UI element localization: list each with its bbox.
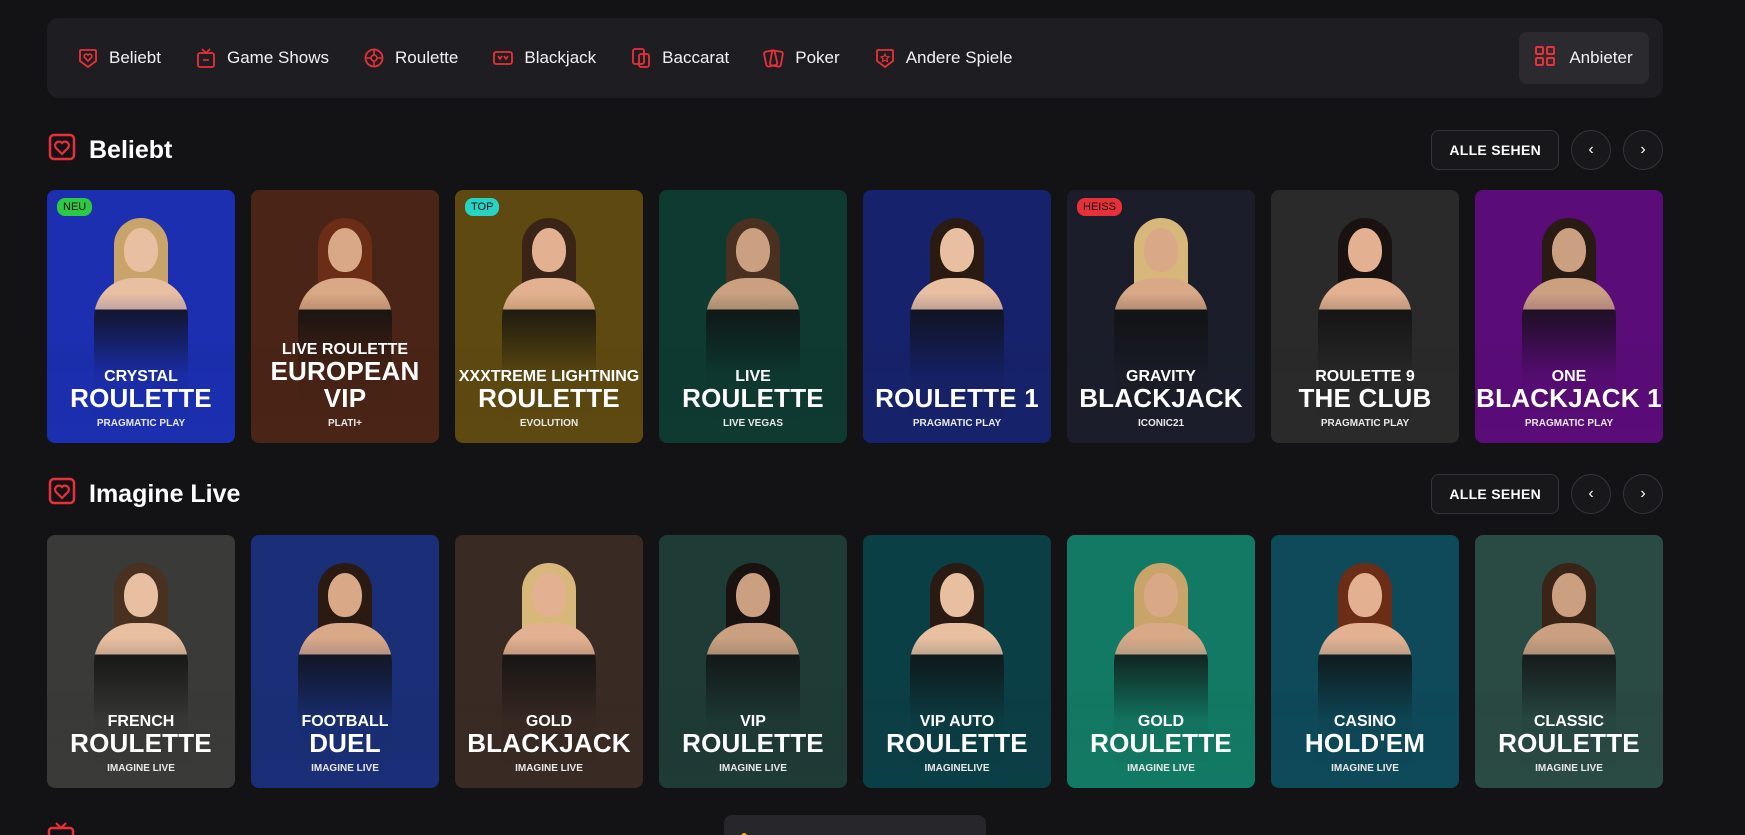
card-provider: IMAGINE LIVE bbox=[719, 763, 787, 774]
nav-item-label: Beliebt bbox=[109, 48, 161, 67]
game-card[interactable]: HEISS GRAVITY BLACKJACK ICONIC21 bbox=[1067, 190, 1255, 443]
card-provider: IMAGINE LIVE bbox=[1535, 763, 1603, 774]
next-arrow-button[interactable]: › bbox=[1623, 130, 1663, 170]
roulette-icon bbox=[363, 47, 385, 69]
bell-icon: ● bbox=[740, 827, 749, 835]
card-title: ROULETTE bbox=[682, 383, 824, 413]
card-provider: IMAGINELIVE bbox=[924, 763, 990, 774]
tv-icon bbox=[47, 822, 75, 835]
card-title: ROULETTE bbox=[1090, 728, 1232, 758]
card-title: BLACKJACK 1 bbox=[1476, 383, 1662, 413]
nav-item-label: Andere Spiele bbox=[905, 48, 1013, 67]
card-provider: IMAGINE LIVE bbox=[1331, 763, 1399, 774]
see-all-button[interactable]: ALLE SEHEN bbox=[1431, 474, 1559, 514]
game-card[interactable]: GOLD BLACKJACK IMAGINE LIVE bbox=[455, 535, 643, 788]
game-card[interactable]: LIVE ROULETTE LIVE VEGAS bbox=[659, 190, 847, 443]
notification-toast[interactable]: ● bbox=[724, 815, 986, 835]
card-provider: LIVE VEGAS bbox=[722, 418, 783, 429]
chevron-right-icon: › bbox=[1640, 485, 1646, 502]
card-title: ROULETTE bbox=[70, 728, 212, 758]
card-provider: ICONIC21 bbox=[1137, 418, 1185, 429]
chevron-right-icon: › bbox=[1640, 141, 1646, 158]
nav-item-roulette[interactable]: Roulette bbox=[363, 47, 458, 69]
section-title: Beliebt bbox=[89, 135, 173, 164]
card-provider: IMAGINE LIVE bbox=[515, 763, 583, 774]
next-arrow-button[interactable]: › bbox=[1623, 474, 1663, 514]
card-provider: PRAGMATIC PLAY bbox=[1524, 418, 1614, 429]
provider-button[interactable]: Anbieter bbox=[1519, 32, 1649, 84]
card-provider: IMAGINE LIVE bbox=[1127, 763, 1195, 774]
game-row-imagine-live: FRENCH ROULETTE IMAGINE LIVE FOOTBALL DUEL IM… bbox=[47, 535, 1665, 788]
heart-icon bbox=[47, 132, 77, 169]
game-card[interactable]: ONE BLACKJACK 1 PRAGMATIC PLAY bbox=[1475, 190, 1663, 443]
nav-item-beliebt[interactable]: Beliebt bbox=[77, 47, 161, 69]
nav-item-andere-spiele[interactable]: Andere Spiele bbox=[874, 47, 1013, 69]
game-card[interactable]: ROULETTE 9 THE CLUB PRAGMATIC PLAY bbox=[1271, 190, 1459, 443]
card-title: ROULETTE bbox=[1498, 728, 1640, 758]
game-card[interactable]: FOOTBALL DUEL IMAGINE LIVE bbox=[251, 535, 439, 788]
card-title: DUEL bbox=[309, 728, 381, 758]
prev-arrow-button[interactable]: ‹ bbox=[1571, 474, 1611, 514]
game-card[interactable]: TOP XXXTREME LIGHTNING ROULETTE EVOLUTION bbox=[455, 190, 643, 443]
card-provider: IMAGINE LIVE bbox=[311, 763, 379, 774]
game-row-popular: NEU CRYSTAL ROULETTE PRAGMATIC PLAY LIVE ROU… bbox=[47, 190, 1665, 443]
tv-icon bbox=[195, 47, 217, 69]
card-title: ROULETTE bbox=[886, 728, 1028, 758]
nav-item-label: Poker bbox=[795, 48, 840, 67]
nav-item-label: Baccarat bbox=[662, 48, 730, 67]
heart-icon bbox=[77, 47, 99, 69]
poker-icon bbox=[763, 47, 785, 69]
nav-item-baccarat[interactable]: Baccarat bbox=[630, 47, 729, 69]
card-badge: HEISS bbox=[1077, 198, 1123, 216]
heart-icon bbox=[47, 476, 77, 513]
game-card[interactable]: LIVE ROULETTE EUROPEAN VIP PLATI+ bbox=[251, 190, 439, 443]
grid-icon bbox=[1535, 45, 1556, 71]
card-provider: PLATI+ bbox=[328, 418, 362, 429]
card-title: THE CLUB bbox=[1298, 383, 1432, 413]
game-card[interactable]: GOLD ROULETTE IMAGINE LIVE bbox=[1067, 535, 1255, 788]
section-header-popular: Beliebt ALLE SEHEN ‹ › bbox=[47, 129, 1663, 171]
card-title: ROULETTE 1 bbox=[875, 383, 1039, 413]
category-nav: Beliebt Game Shows Roulette Blackjack Baccar… bbox=[47, 18, 1663, 98]
card-title: BLACKJACK bbox=[467, 728, 631, 758]
card-provider: IMAGINE LIVE bbox=[107, 763, 175, 774]
nav-item-label: Roulette bbox=[395, 48, 459, 67]
blackjack-icon bbox=[492, 47, 514, 69]
nav-item-blackjack[interactable]: Blackjack bbox=[492, 47, 596, 69]
game-card[interactable]: VIP AUTO ROULETTE IMAGINELIVE bbox=[863, 535, 1051, 788]
chevron-left-icon: ‹ bbox=[1588, 141, 1594, 158]
card-title: ROULETTE bbox=[682, 728, 824, 758]
game-card[interactable]: CLASSIC ROULETTE IMAGINE LIVE bbox=[1475, 535, 1663, 788]
card-title: ROULETTE bbox=[70, 383, 212, 413]
card-title: BLACKJACK bbox=[1079, 383, 1243, 413]
card-title: ROULETTE bbox=[478, 383, 620, 413]
card-title: EUROPEAN VIP bbox=[270, 356, 420, 413]
card-provider: PRAGMATIC PLAY bbox=[1320, 418, 1410, 429]
prev-arrow-button[interactable]: ‹ bbox=[1571, 130, 1611, 170]
see-all-button[interactable]: ALLE SEHEN bbox=[1431, 130, 1559, 170]
card-title: HOLD'EM bbox=[1304, 728, 1426, 758]
provider-label: Anbieter bbox=[1569, 48, 1633, 67]
section-header-imagine-live: Imagine Live ALLE SEHEN ‹ › bbox=[47, 473, 1663, 515]
card-provider: PRAGMATIC PLAY bbox=[912, 418, 1002, 429]
game-card[interactable]: VIP ROULETTE IMAGINE LIVE bbox=[659, 535, 847, 788]
card-provider: PRAGMATIC PLAY bbox=[96, 418, 186, 429]
nav-item-label: Game Shows bbox=[226, 48, 330, 67]
card-badge: NEU bbox=[57, 198, 93, 216]
section-title: Imagine Live bbox=[89, 479, 241, 508]
star-icon bbox=[874, 47, 896, 69]
nav-item-label: Blackjack bbox=[524, 48, 597, 67]
nav-item-poker[interactable]: Poker bbox=[763, 47, 840, 69]
nav-item-game-shows[interactable]: Game Shows bbox=[195, 47, 329, 69]
card-badge: TOP bbox=[465, 198, 500, 216]
game-card[interactable]: NEU CRYSTAL ROULETTE PRAGMATIC PLAY bbox=[47, 190, 235, 443]
baccarat-icon bbox=[630, 47, 652, 69]
game-card[interactable]: ROULETTE 1 PRAGMATIC PLAY bbox=[863, 190, 1051, 443]
chevron-left-icon: ‹ bbox=[1588, 485, 1594, 502]
card-provider: EVOLUTION bbox=[519, 418, 579, 429]
game-card[interactable]: FRENCH ROULETTE IMAGINE LIVE bbox=[47, 535, 235, 788]
game-card[interactable]: CASINO HOLD'EM IMAGINE LIVE bbox=[1271, 535, 1459, 788]
